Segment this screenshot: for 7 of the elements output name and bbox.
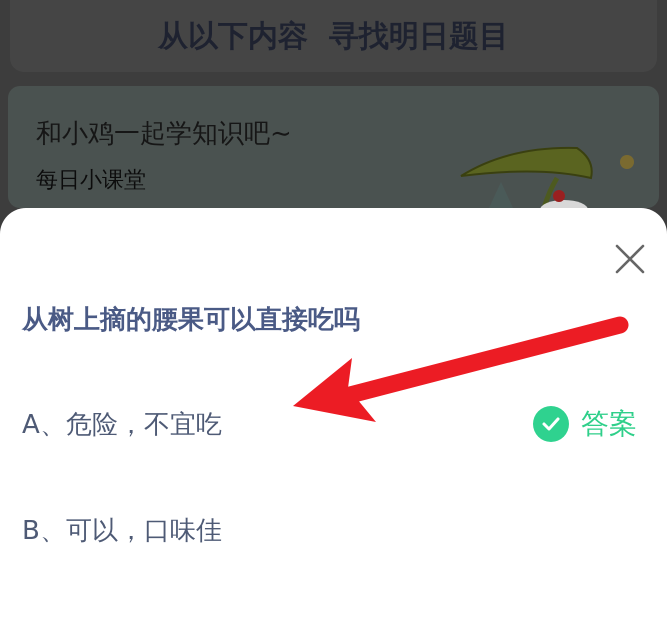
- card-title: 和小鸡一起学知识吧~: [36, 118, 292, 151]
- question-text: 从树上摘的腰果可以直接吃吗: [22, 304, 361, 337]
- answer-label: 答案: [581, 406, 637, 442]
- card-subtitle: 每日小课堂: [36, 167, 147, 195]
- answer-option[interactable]: B、可以，口味佳: [22, 477, 645, 583]
- answer-option[interactable]: A、危险，不宜吃 答案: [22, 371, 645, 477]
- close-icon[interactable]: [615, 244, 645, 274]
